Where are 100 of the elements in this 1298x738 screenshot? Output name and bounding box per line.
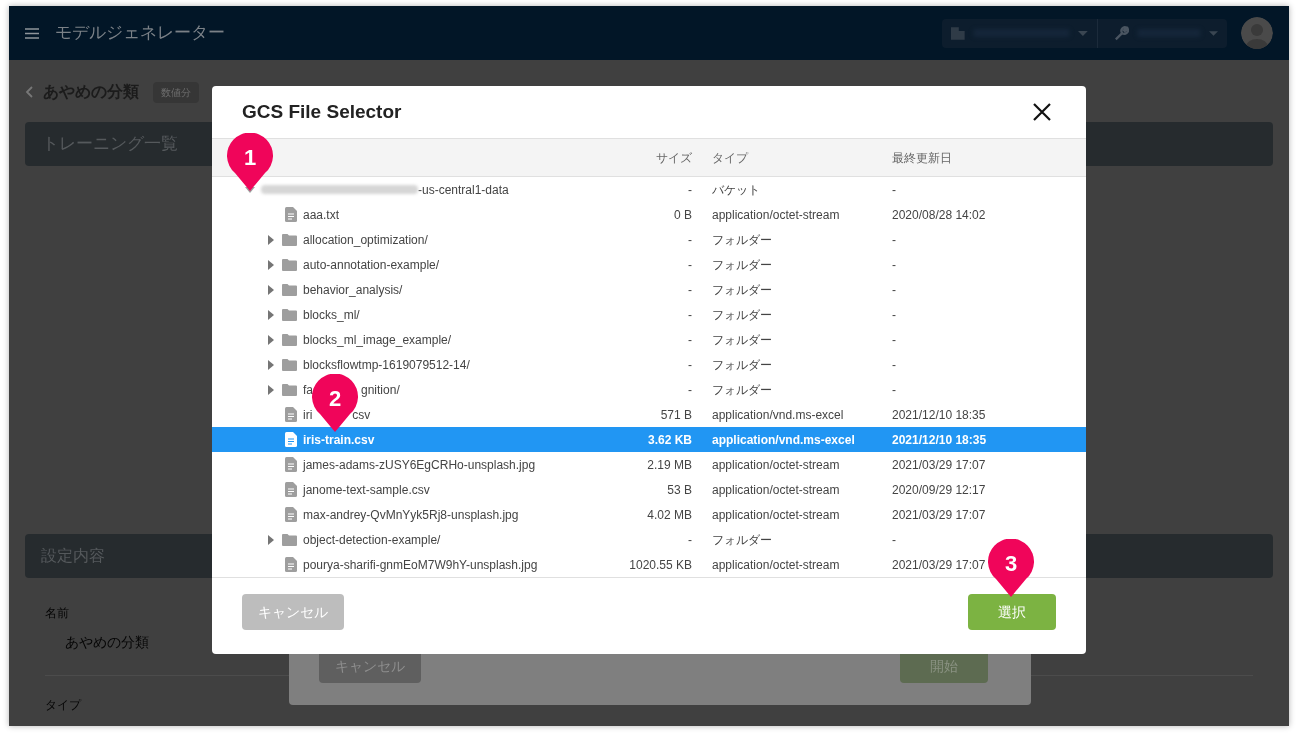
caret-icon[interactable]: [266, 534, 276, 545]
file-name: blocks_ml_image_example/: [303, 332, 452, 347]
folder-icon: [282, 308, 297, 321]
file-type: フォルダー: [712, 531, 773, 549]
folder-icon: [282, 233, 297, 246]
file-name: iri: [303, 406, 313, 424]
file-name: aaa.txt: [303, 207, 340, 222]
modified-date: -: [892, 231, 896, 249]
modified-date: 2021/12/10 18:35: [892, 431, 987, 449]
modified-date: -: [892, 381, 896, 399]
file-type: フォルダー: [712, 281, 773, 299]
file-name: allocation_optimization/: [303, 232, 428, 247]
file-icon: [285, 457, 297, 472]
file-type: application/octet-stream: [712, 506, 841, 524]
file-type: フォルダー: [712, 356, 773, 374]
file-type: application/octet-stream: [712, 556, 841, 574]
caret-icon[interactable]: [266, 334, 276, 345]
modified-date: 2020/09/29 12:17: [892, 481, 986, 499]
modified-date: -: [892, 531, 896, 549]
file-size: -: [687, 531, 692, 549]
file-type: フォルダー: [712, 256, 773, 274]
file-type: application/vnd.ms-excel: [712, 431, 856, 449]
modified-date: -: [892, 181, 896, 199]
file-name: -us-central1-data: [418, 182, 509, 197]
file-name: auto-annotation-example/: [303, 257, 440, 272]
folder-icon: [282, 258, 297, 271]
file-size: -: [687, 356, 692, 374]
callout-marker: 3: [988, 539, 1034, 597]
file-name: james-adams-zUSY6EgCRHo-unsplash.jpg: [303, 457, 536, 472]
file-type: application/octet-stream: [712, 206, 841, 224]
file-icon: [285, 482, 297, 497]
file-type: フォルダー: [712, 381, 773, 399]
callout-marker: 1: [227, 133, 273, 191]
file-name: gnition/: [361, 381, 400, 399]
folder-icon: [282, 533, 297, 546]
modified-date: 2021/12/10 18:35: [892, 406, 986, 424]
file-name: pourya-sharifi-gnmEoM7W9hY-unsplash.jpg: [303, 557, 538, 572]
modified-date: -: [892, 281, 896, 299]
app-title: モデルジェネレーター: [55, 22, 225, 45]
file-icon: [285, 432, 297, 447]
file-type: フォルダー: [712, 231, 773, 249]
folder-icon: [282, 358, 297, 371]
modified-date: 2021/03/29 17:07: [892, 456, 986, 474]
file-icon: [285, 207, 297, 222]
file-name: blocksflowtmp-1619079512-14/: [303, 357, 470, 372]
file-size: 53 B: [666, 481, 692, 499]
file-size: -: [687, 181, 692, 199]
file-type: application/octet-stream: [712, 456, 841, 474]
file-name: max-andrey-QvMnYyk5Rj8-unsplash.jpg: [303, 507, 519, 522]
caret-icon[interactable]: [266, 259, 276, 270]
file-name: behavior_analysis/: [303, 282, 403, 297]
file-name: iris-train.csv: [303, 432, 375, 447]
folder-icon: [282, 383, 297, 396]
file-name: blocks_ml/: [303, 307, 360, 322]
modified-date: 2021/03/29 17:07: [892, 556, 986, 574]
column-header: 最終更新日: [892, 149, 952, 167]
folder-icon: [282, 333, 297, 346]
modified-date: -: [892, 256, 896, 274]
close-icon[interactable]: [1033, 103, 1051, 121]
file-type: フォルダー: [712, 331, 773, 349]
folder-icon: [282, 283, 297, 296]
menu-icon[interactable]: [25, 27, 39, 39]
file-size: -: [687, 281, 692, 299]
back-icon[interactable]: [25, 86, 33, 98]
modified-date: 2020/08/28 14:02: [892, 206, 986, 224]
file-size: -: [687, 256, 692, 274]
file-type: バケット: [712, 181, 761, 199]
file-icon: [285, 507, 297, 522]
file-size: -: [687, 331, 692, 349]
caret-icon[interactable]: [266, 359, 276, 370]
modified-date: 2021/03/29 17:07: [892, 506, 986, 524]
file-size: 1020.55 KB: [628, 556, 692, 574]
modified-date: -: [892, 356, 896, 374]
file-size: -: [687, 306, 692, 324]
caret-icon[interactable]: [266, 284, 276, 295]
file-name: csv: [352, 406, 371, 424]
caret-icon: [1078, 30, 1088, 36]
modified-date: -: [892, 331, 896, 349]
caret-icon: [1208, 30, 1218, 36]
caret-icon[interactable]: [266, 384, 276, 395]
file-type: フォルダー: [712, 306, 773, 324]
file-size: -: [687, 231, 692, 249]
building-icon: [951, 26, 965, 40]
file-name: object-detection-example/: [303, 532, 441, 547]
file-size: 4.02 MB: [646, 506, 692, 524]
file-icon: [285, 407, 297, 422]
file-size: -: [687, 381, 692, 399]
file-size: 2.19 MB: [646, 456, 692, 474]
modified-date: -: [892, 306, 896, 324]
file-type: application/octet-stream: [712, 481, 841, 499]
file-size: 3.62 KB: [646, 431, 692, 449]
dialog-title: GCS File Selector: [242, 99, 402, 124]
column-header: タイプ: [712, 149, 750, 167]
file-type: application/vnd.ms-excel: [712, 406, 845, 424]
column-header: サイズ: [655, 149, 692, 167]
caret-icon[interactable]: [266, 234, 276, 245]
caret-icon[interactable]: [266, 309, 276, 320]
file-icon: [285, 557, 297, 572]
file-name: janome-text-sample.csv: [303, 482, 430, 497]
file-size: 571 B: [659, 406, 692, 424]
